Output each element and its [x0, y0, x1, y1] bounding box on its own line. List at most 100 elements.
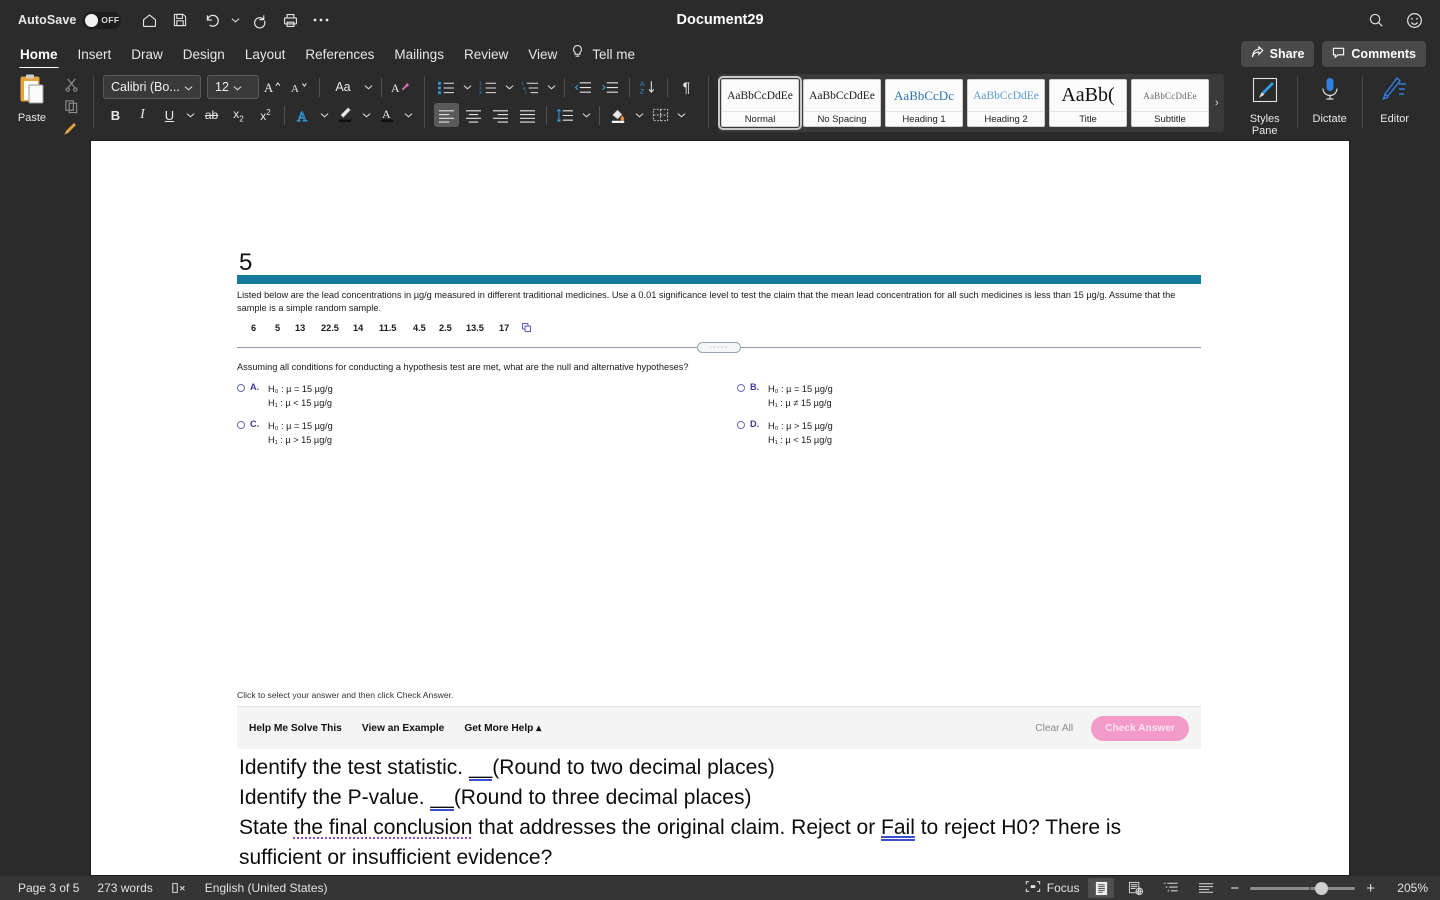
bold-button[interactable]: B	[103, 103, 128, 127]
grow-font-icon[interactable]: A	[261, 75, 286, 99]
shrink-font-icon[interactable]: A	[288, 75, 313, 99]
font-color-caret-icon[interactable]	[402, 103, 415, 127]
strikethrough-button[interactable]: ab	[199, 103, 224, 127]
copy-icon[interactable]	[58, 96, 84, 117]
italic-button[interactable]: I	[130, 103, 155, 127]
proofing-errors-icon[interactable]	[171, 881, 187, 895]
format-painter-icon[interactable]	[58, 118, 84, 139]
radio-icon[interactable]	[237, 421, 245, 429]
paste-button[interactable]: Paste	[6, 68, 58, 124]
align-left-button[interactable]	[434, 103, 459, 127]
zoom-slider-thumb[interactable]	[1315, 881, 1329, 895]
save-icon[interactable]	[166, 6, 194, 34]
justify-button[interactable]	[515, 103, 540, 127]
style-subtitle[interactable]: AaBbCcDdEe Subtitle	[1131, 79, 1209, 127]
check-answer-button[interactable]: Check Answer	[1091, 715, 1189, 741]
underline-caret-icon[interactable]	[184, 103, 197, 127]
font-color-icon[interactable]: A	[375, 103, 400, 127]
autosave-toggle[interactable]: AutoSave OFF	[18, 11, 122, 29]
subscript-button[interactable]: x2	[226, 103, 251, 127]
superscript-button[interactable]: x2	[253, 103, 278, 127]
tab-home[interactable]: Home	[10, 44, 68, 70]
clear-formatting-icon[interactable]: A	[388, 75, 413, 99]
align-center-button[interactable]	[461, 103, 486, 127]
style-heading-1[interactable]: AaBbCcDc Heading 1	[885, 79, 963, 127]
choice-c[interactable]: C. H₀ : µ = 15 µg/g H₁ : µ > 15 µg/g	[237, 419, 719, 447]
font-size-combo[interactable]: 12	[207, 75, 259, 99]
text-effects-icon[interactable]: A	[291, 103, 316, 127]
zoom-out-button[interactable]: −	[1228, 880, 1241, 897]
choice-d[interactable]: D. H₀ : µ > 15 µg/g H₁ : µ < 15 µg/g	[737, 419, 1201, 447]
underline-button[interactable]: U	[157, 103, 182, 127]
outline-icon[interactable]	[1158, 878, 1184, 898]
tab-view[interactable]: View	[518, 44, 567, 65]
undo-icon[interactable]	[197, 6, 225, 34]
view-an-example-button[interactable]: View an Example	[362, 723, 445, 734]
tab-references[interactable]: References	[295, 44, 384, 65]
feedback-smiley-icon[interactable]	[1400, 6, 1428, 34]
decrease-indent-icon[interactable]	[571, 75, 596, 99]
copy-data-icon[interactable]	[522, 323, 531, 334]
get-more-help-button[interactable]: Get More Help ▴	[464, 723, 541, 734]
autosave-switch[interactable]: OFF	[83, 11, 122, 29]
more-commands-icon[interactable]	[307, 6, 335, 34]
tab-draw[interactable]: Draw	[121, 44, 173, 65]
show-formatting-marks-icon[interactable]: ¶	[674, 75, 699, 99]
zoom-slider[interactable]	[1250, 881, 1356, 895]
splitter-handle[interactable]: ·····	[697, 342, 741, 353]
zoom-level[interactable]: 205%	[1386, 881, 1428, 895]
tell-me-search[interactable]: Tell me	[571, 44, 637, 65]
zoom-in-button[interactable]: +	[1364, 880, 1377, 897]
change-case-button[interactable]: Aa	[326, 75, 360, 99]
typed-text-block[interactable]: Identify the test statistic. __(Round to…	[239, 753, 1209, 873]
clear-all-button[interactable]: Clear All	[1035, 723, 1073, 734]
sort-icon[interactable]: AZ	[636, 75, 661, 99]
comments-button[interactable]: Comments	[1322, 41, 1426, 67]
style-heading-2[interactable]: AaBbCcDdEe Heading 2	[967, 79, 1045, 127]
editor-button[interactable]: Editor	[1366, 68, 1424, 125]
change-case-caret-icon[interactable]	[362, 75, 375, 99]
shading-icon[interactable]	[606, 103, 631, 127]
print-icon[interactable]	[276, 6, 304, 34]
increase-indent-icon[interactable]	[598, 75, 623, 99]
shading-caret-icon[interactable]	[633, 103, 646, 127]
tab-design[interactable]: Design	[173, 44, 235, 65]
radio-icon[interactable]	[237, 384, 245, 392]
font-name-combo[interactable]: Calibri (Bo...	[103, 75, 201, 99]
numbering-icon[interactable]: 123	[476, 75, 501, 99]
align-right-button[interactable]	[488, 103, 513, 127]
numbering-caret-icon[interactable]	[503, 75, 516, 99]
borders-icon[interactable]	[648, 103, 673, 127]
share-button[interactable]: Share	[1240, 41, 1315, 67]
multilevel-list-icon[interactable]: 1ai	[518, 75, 543, 99]
radio-icon[interactable]	[737, 421, 745, 429]
resize-splitter[interactable]: ·····	[237, 342, 1201, 353]
borders-caret-icon[interactable]	[675, 103, 688, 127]
redo-icon[interactable]	[245, 6, 273, 34]
web-layout-icon[interactable]	[1123, 878, 1149, 898]
line-spacing-caret-icon[interactable]	[580, 103, 593, 127]
document-page[interactable]: 5 Listed below are the lead concentratio…	[90, 140, 1350, 876]
style-normal[interactable]: AaBbCcDdEe Normal	[718, 76, 802, 130]
cut-icon[interactable]	[58, 74, 84, 95]
language-indicator[interactable]: English (United States)	[205, 881, 328, 895]
bullets-icon[interactable]	[434, 75, 459, 99]
highlight-color-icon[interactable]	[333, 103, 358, 127]
word-count[interactable]: 273 words	[97, 881, 152, 895]
tab-mailings[interactable]: Mailings	[384, 44, 454, 65]
tab-insert[interactable]: Insert	[68, 44, 122, 65]
tab-review[interactable]: Review	[454, 44, 518, 65]
choice-b[interactable]: B. H₀ : µ = 15 µg/g H₁ : µ ≠ 15 µg/g	[737, 382, 1201, 410]
dictate-button[interactable]: Dictate	[1301, 68, 1359, 125]
bullets-caret-icon[interactable]	[461, 75, 474, 99]
styles-pane-button[interactable]: Styles Pane	[1236, 68, 1294, 137]
style-title[interactable]: AaBb( Title	[1049, 79, 1127, 127]
tab-layout[interactable]: Layout	[235, 44, 296, 65]
styles-gallery-more-icon[interactable]: ›	[1213, 97, 1221, 109]
highlight-caret-icon[interactable]	[360, 103, 373, 127]
home-icon[interactable]	[135, 6, 163, 34]
print-layout-icon[interactable]	[1088, 878, 1115, 898]
choice-a[interactable]: A. H₀ : µ = 15 µg/g H₁ : µ < 15 µg/g	[237, 382, 719, 410]
style-no-spacing[interactable]: AaBbCcDdEe No Spacing	[803, 79, 881, 127]
focus-mode-button[interactable]: Focus	[1025, 880, 1079, 896]
